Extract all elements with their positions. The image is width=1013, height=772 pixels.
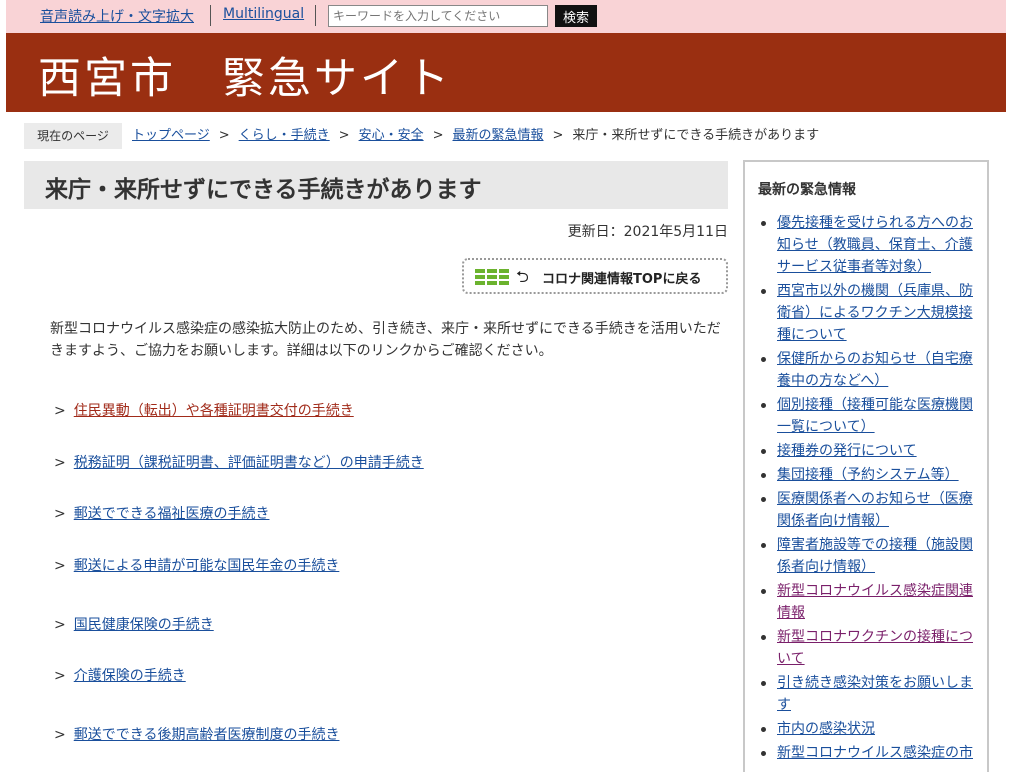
breadcrumb-separator: > <box>552 128 564 143</box>
corona-top-button-label: コロナ関連情報TOPに戻る <box>542 272 702 287</box>
bullet-icon <box>761 473 766 478</box>
return-arrow-icon: ⮌ <box>516 267 529 286</box>
sidebar-item: 新型コロナワクチンの接種について <box>759 626 985 670</box>
link-marker: > <box>54 455 66 471</box>
nursing-care-link[interactable]: 介護保険の手続き <box>74 668 186 684</box>
link-marker: > <box>54 506 66 522</box>
breadcrumb-separator: > <box>218 128 230 143</box>
bullet-icon <box>761 357 766 362</box>
page-title-box: 来庁・来所せずにできる手続きがあります <box>24 161 728 209</box>
sidebar-item: 新型コロナウイルス感染症の市 <box>759 742 985 764</box>
list-item: > 介護保険の手続き <box>54 665 186 685</box>
sidebar-link[interactable]: 接種券の発行について <box>777 443 917 459</box>
accessibility-link[interactable]: 音声読み上げ・文字拡大 <box>40 6 194 26</box>
tax-certificate-link[interactable]: 税務証明（課税証明書、評価証明書など）の申請手続き <box>74 455 424 471</box>
bullet-icon <box>761 727 766 732</box>
link-marker: > <box>54 617 66 633</box>
sidebar-item: 集団接種（予約システム等） <box>759 464 985 486</box>
sidebar-link[interactable]: 障害者施設等での接種（施設関係者向け情報） <box>777 537 973 575</box>
breadcrumb-separator: > <box>338 128 350 143</box>
sidebar-item: 西宮市以外の機関（兵庫県、防衛省）によるワクチン大規模接種について <box>759 280 985 346</box>
sidebar-link[interactable]: 新型コロナワクチンの接種について <box>777 629 973 667</box>
sidebar-link[interactable]: 優先接種を受けられる方へのお知らせ（教職員、保育士、介護サービス従事者等対象） <box>777 215 973 275</box>
utility-bar: 音声読み上げ・文字拡大 Multilingual 検索 <box>6 0 1006 33</box>
list-item: > 郵送でできる後期高齢者医療制度の手続き <box>54 724 339 744</box>
emergency-info-sidebar: 最新の緊急情報 優先接種を受けられる方へのお知らせ（教職員、保育士、介護サービス… <box>743 160 989 772</box>
bullet-icon <box>761 635 766 640</box>
site-header: 西宮市 緊急サイト <box>6 33 1006 112</box>
list-item: > 住民異動（転出）や各種証明書交付の手続き <box>54 400 354 420</box>
site-title[interactable]: 西宮市 緊急サイト <box>38 44 452 106</box>
bullet-icon <box>761 589 766 594</box>
sidebar-link[interactable]: 医療関係者へのお知らせ（医療関係者向け情報） <box>777 491 973 529</box>
sidebar-item: 個別接種（接種可能な医療機関一覧について） <box>759 394 985 438</box>
sidebar-item: 新型コロナウイルス感染症関連情報 <box>759 580 985 624</box>
sidebar-link[interactable]: 新型コロナウイルス感染症の市 <box>777 745 973 761</box>
welfare-medical-link[interactable]: 郵送でできる福祉医療の手続き <box>74 506 270 522</box>
list-item: > 郵送でできる福祉医療の手続き <box>54 503 269 523</box>
breadcrumb-trail: トップページ > くらし・手続き > 安心・安全 > 最新の緊急情報 > 来庁・来所せずにできる… <box>132 123 819 149</box>
list-item: > 郵送による申請が可能な国民年金の手続き <box>54 555 339 575</box>
breadcrumb-item-top[interactable]: トップページ <box>132 128 210 143</box>
page-title: 来庁・来所せずにできる手続きがあります <box>45 177 482 203</box>
resident-transfer-link[interactable]: 住民異動（転出）や各種証明書交付の手続き <box>74 403 354 419</box>
breadcrumb-item-living[interactable]: くらし・手続き <box>239 128 330 143</box>
sidebar-item: 優先接種を受けられる方へのお知らせ（教職員、保育士、介護サービス従事者等対象） <box>759 212 985 278</box>
link-marker: > <box>54 668 66 684</box>
breadcrumb-item-emergency[interactable]: 最新の緊急情報 <box>453 128 544 143</box>
bullet-icon <box>761 221 766 226</box>
sidebar-link[interactable]: 保健所からのお知らせ（自宅療養中の方などへ） <box>777 351 973 389</box>
sidebar-item: 引き続き感染対策をお願いします <box>759 672 985 716</box>
bullet-icon <box>761 497 766 502</box>
intro-text: 新型コロナウイルス感染症の感染拡大防止のため、引き続き、来庁・来所せずにできる手… <box>50 321 721 359</box>
breadcrumb-current: 来庁・来所せずにできる手続きがあります <box>572 128 820 143</box>
bullet-icon <box>761 449 766 454</box>
sidebar-item: 障害者施設等での接種（施設関係者向け情報） <box>759 534 985 578</box>
sidebar-link[interactable]: 個別接種（接種可能な医療機関一覧について） <box>777 397 973 435</box>
sidebar-item: 医療関係者へのお知らせ（医療関係者向け情報） <box>759 488 985 532</box>
sidebar-link[interactable]: 新型コロナウイルス感染症関連情報 <box>777 583 973 621</box>
link-marker: > <box>54 558 66 574</box>
bullet-icon <box>761 751 766 756</box>
link-marker: > <box>54 403 66 419</box>
bullet-icon <box>761 403 766 408</box>
sidebar-title: 最新の緊急情報 <box>758 182 856 198</box>
corona-top-button[interactable]: ⮌ コロナ関連情報TOPに戻る <box>462 258 728 294</box>
bullet-icon <box>761 543 766 548</box>
search-input[interactable] <box>328 5 548 27</box>
updated-date: 更新日：2021年5月11日 <box>567 224 728 240</box>
sidebar-link[interactable]: 引き続き感染対策をお願いします <box>777 675 973 713</box>
divider <box>210 5 211 26</box>
breadcrumb-here-label: 現在のページ <box>24 123 122 149</box>
grid-icon <box>475 269 509 285</box>
list-item: > 国民健康保険の手続き <box>54 614 214 634</box>
multilingual-link[interactable]: Multilingual <box>223 6 304 22</box>
divider <box>315 5 316 26</box>
sidebar-item: 市内の感染状況 <box>759 718 985 740</box>
sidebar-link[interactable]: 西宮市以外の機関（兵庫県、防衛省）によるワクチン大規模接種について <box>777 283 973 343</box>
elderly-medical-link[interactable]: 郵送でできる後期高齢者医療制度の手続き <box>74 727 340 743</box>
link-marker: > <box>54 727 66 743</box>
health-insurance-link[interactable]: 国民健康保険の手続き <box>74 617 214 633</box>
national-pension-link[interactable]: 郵送による申請が可能な国民年金の手続き <box>74 558 340 574</box>
sidebar-link[interactable]: 市内の感染状況 <box>777 721 875 737</box>
bullet-icon <box>761 681 766 686</box>
breadcrumb: 現在のページ トップページ > くらし・手続き > 安心・安全 > 最新の緊急情報 > 来庁・来… <box>24 123 984 149</box>
breadcrumb-separator: > <box>432 128 444 143</box>
sidebar-link[interactable]: 集団接種（予約システム等） <box>777 467 959 483</box>
sidebar-item: 接種券の発行について <box>759 440 985 462</box>
bullet-icon <box>761 289 766 294</box>
search-button[interactable]: 検索 <box>555 5 597 27</box>
list-item: > 税務証明（課税証明書、評価証明書など）の申請手続き <box>54 452 424 472</box>
sidebar-list: 優先接種を受けられる方へのお知らせ（教職員、保育士、介護サービス従事者等対象） … <box>759 212 985 766</box>
sidebar-item: 保健所からのお知らせ（自宅療養中の方などへ） <box>759 348 985 392</box>
breadcrumb-item-safety[interactable]: 安心・安全 <box>359 128 424 143</box>
